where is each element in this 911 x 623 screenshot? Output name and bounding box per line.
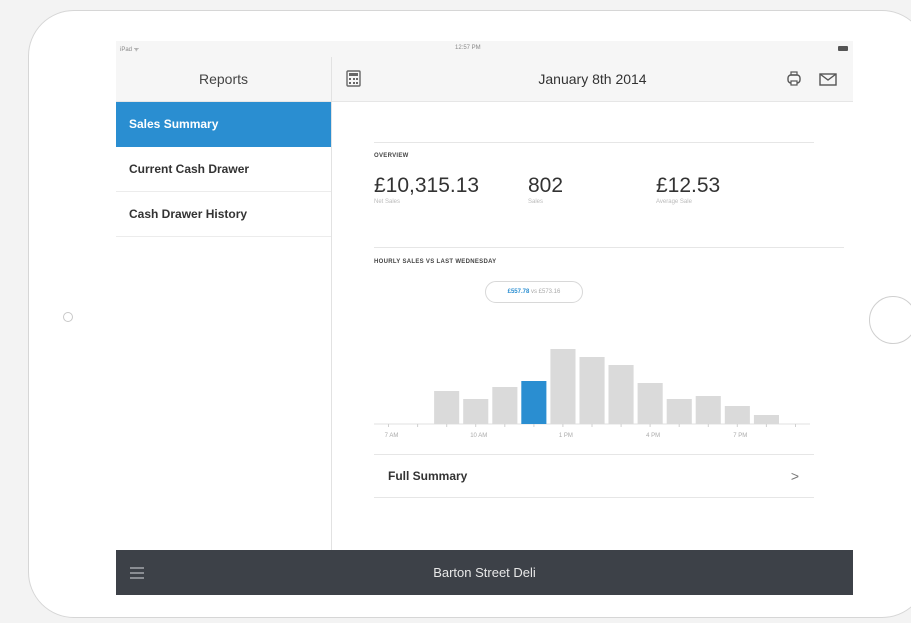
screen: iPad ᯤ 12:57 PM Reports Sales Summary Cu… — [116, 41, 853, 595]
chart-bar-10AM[interactable] — [463, 399, 489, 424]
tooltip-compare-value: vs £573.16 — [531, 289, 561, 295]
sidebar-item-cash-drawer-history[interactable]: Cash Drawer History — [116, 192, 331, 237]
metric-label: Average Sale — [656, 199, 692, 205]
chart-bar-12PM[interactable] — [521, 381, 547, 424]
chart-tick-label: 4 PM — [646, 433, 660, 439]
metric-label: Sales — [528, 199, 544, 205]
chevron-right-icon: > — [790, 468, 799, 484]
page-title: January 8th 2014 — [538, 71, 647, 87]
chart-bar-3PM[interactable] — [608, 365, 634, 424]
metric-label: Net Sales — [374, 199, 401, 205]
sidebar-title: Reports — [116, 57, 331, 102]
chart-tick-label: 10 AM — [470, 433, 487, 439]
chart-bar-2PM[interactable] — [579, 357, 605, 424]
chart-bar-1PM[interactable] — [550, 349, 576, 424]
metric-sales: 802 Sales — [528, 174, 563, 205]
chart-tick-label: 1 PM — [559, 433, 573, 439]
home-button[interactable] — [869, 296, 911, 344]
chart-tick-label: 7 AM — [385, 433, 399, 439]
sidebar: Reports Sales Summary Current Cash Drawe… — [116, 57, 332, 550]
chart-bar-6PM[interactable] — [695, 396, 721, 424]
main-panel: January 8th 2014 OVERVIEW £10,315.13 Net… — [332, 57, 853, 550]
metric-value: £10,315.13 — [374, 174, 480, 197]
chart-bar-4PM[interactable] — [637, 383, 663, 424]
divider — [374, 247, 844, 248]
metric-net-sales: £10,315.13 Net Sales — [374, 174, 479, 205]
full-summary-row[interactable]: Full Summary > — [374, 454, 814, 498]
tooltip-current-value: £557.78 — [507, 289, 530, 295]
hourly-sales-label: HOURLY SALES VS LAST WEDNESDAY — [374, 259, 497, 265]
carrier-label: iPad ᯤ — [120, 47, 140, 53]
bottom-bar: Barton Street Deli — [116, 550, 853, 595]
mail-icon[interactable] — [818, 69, 838, 89]
chart-bar-8PM[interactable] — [753, 415, 779, 424]
printer-icon[interactable] — [784, 69, 804, 89]
hourly-sales-chart: 7 AM 10 AM 1 PM 4 PM 7 PM — [374, 327, 814, 457]
chart-tooltip: £557.78 vs £573.16 — [485, 281, 583, 303]
overview-label: OVERVIEW — [374, 153, 409, 159]
metric-value: 802 — [528, 174, 564, 197]
chart-tick-label: 7 PM — [733, 433, 747, 439]
chart-bar-11AM[interactable] — [492, 387, 518, 424]
full-summary-label: Full Summary — [388, 469, 468, 483]
chart-svg: 7 AM 10 AM 1 PM 4 PM 7 PM — [374, 349, 810, 439]
camera-icon — [63, 312, 73, 322]
chart-bar-5PM[interactable] — [666, 399, 692, 424]
status-bar: iPad ᯤ 12:57 PM — [116, 41, 853, 57]
sidebar-item-current-cash-drawer[interactable]: Current Cash Drawer — [116, 147, 331, 192]
divider — [374, 142, 814, 143]
metric-value: £12.53 — [656, 174, 721, 197]
metric-average-sale: £12.53 Average Sale — [656, 174, 720, 205]
chart-bar-9AM[interactable] — [434, 391, 460, 424]
topbar: January 8th 2014 — [332, 57, 853, 102]
chart-bar-7PM[interactable] — [724, 406, 750, 424]
sidebar-item-sales-summary[interactable]: Sales Summary — [116, 102, 331, 147]
clock: 12:57 PM — [455, 45, 481, 51]
battery-icon — [838, 46, 848, 51]
store-name: Barton Street Deli — [433, 565, 536, 580]
